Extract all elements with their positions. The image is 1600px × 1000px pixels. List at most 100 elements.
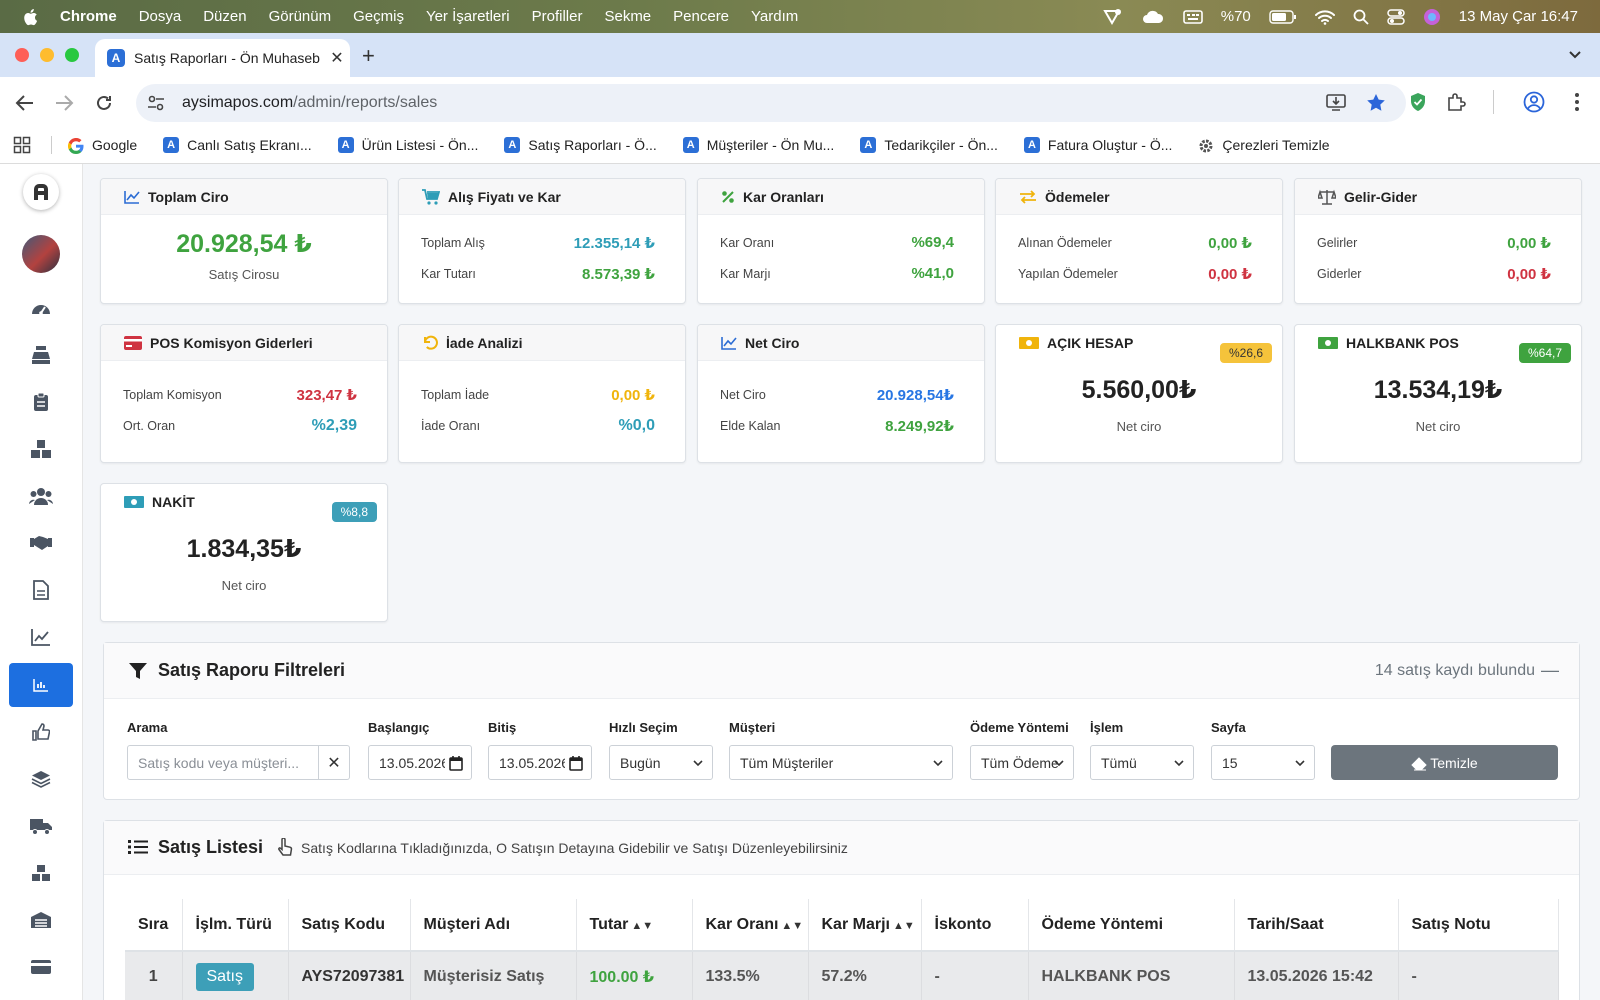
siri-icon[interactable]: [1423, 7, 1441, 25]
quick-select-label: Hızlı Seçim: [609, 720, 678, 735]
total-purchase-value: 12.355,14 ₺: [573, 234, 655, 252]
back-arrow-icon[interactable]: [15, 91, 35, 114]
col-header-amount[interactable]: Tutar ▲▼: [576, 899, 693, 952]
install-app-icon[interactable]: [1326, 93, 1346, 112]
menu-help[interactable]: Yardım: [751, 8, 798, 25]
sidebar-item-shipping[interactable]: [9, 804, 73, 848]
income-label: Gelirler: [1317, 235, 1358, 250]
money-bill-icon: [1318, 336, 1338, 350]
operation-dropdown[interactable]: Tümü: [1090, 745, 1194, 780]
start-date-input[interactable]: 13.05.2026: [368, 745, 472, 780]
profile-icon[interactable]: [1523, 91, 1545, 113]
calendar-icon[interactable]: [449, 754, 463, 772]
app-logo[interactable]: [23, 174, 59, 210]
page-size-dropdown[interactable]: 15: [1211, 745, 1315, 780]
menu-edit[interactable]: Düzen: [203, 8, 246, 25]
battery-icon[interactable]: [1269, 8, 1297, 25]
bookmark-musteriler[interactable]: A Müşteriler - Ön Mu...: [682, 137, 834, 153]
sidebar-item-suppliers[interactable]: [9, 521, 73, 565]
bookmark-star-icon[interactable]: [1366, 93, 1386, 112]
url-host: aysimapos.com: [182, 94, 294, 111]
tab-close-icon[interactable]: ✕: [324, 48, 350, 68]
clear-filters-button[interactable]: Temizle: [1331, 745, 1558, 780]
bookmark-fatura-olustur[interactable]: A Fatura Oluştur - Ö...: [1023, 137, 1172, 153]
forward-arrow-icon[interactable]: [54, 91, 74, 114]
sort-icon[interactable]: ▲▼: [631, 920, 653, 932]
browser-menu-kebab-icon[interactable]: [1574, 92, 1580, 112]
col-header-profit-rate[interactable]: Kar Oranı ▲▼: [692, 899, 809, 952]
bookmark-satis-raporlari[interactable]: A Satış Raporları - Ö...: [504, 137, 657, 153]
browser-tab-active[interactable]: A Satış Raporları - Ön Muhaseb ✕: [95, 39, 350, 77]
sidebar-item-storage[interactable]: [9, 898, 73, 942]
url-text[interactable]: aysimapos.com/admin/reports/sales: [182, 94, 437, 112]
search-input[interactable]: Satış kodu veya müşteri...: [127, 745, 319, 780]
new-tab-button[interactable]: +: [362, 43, 375, 69]
window-zoom-button[interactable]: [65, 48, 79, 62]
table-row[interactable]: 1 Satış AYS72097381 Müşterisiz Satış 100…: [125, 951, 1559, 1000]
menu-app-name[interactable]: Chrome: [60, 8, 117, 25]
cell-sales-code[interactable]: AYS72097381: [288, 951, 411, 1000]
calendar-icon[interactable]: [569, 754, 583, 772]
cell-amount: 100.00 ₺: [576, 951, 693, 1000]
col-header-label: Kar Marjı: [821, 915, 890, 933]
quick-select-dropdown[interactable]: Bugün: [609, 745, 713, 780]
bookmark-cerezleri-temizle[interactable]: Çerezleri Temizle: [1198, 136, 1330, 153]
bookmark-urun-listesi[interactable]: A Ürün Listesi - Ön...: [337, 137, 478, 153]
sidebar-item-feedback[interactable]: [9, 710, 73, 754]
sort-icon[interactable]: ▲▼: [893, 920, 915, 932]
sidebar-item-cash-register[interactable]: [9, 333, 73, 377]
percent-icon: [721, 190, 735, 204]
apps-grid-icon[interactable]: [13, 136, 31, 154]
sidebar-item-payments[interactable]: [9, 945, 73, 989]
address-bar[interactable]: aysimapos.com/admin/reports/sales: [136, 84, 1406, 122]
site-settings-icon[interactable]: [146, 94, 170, 112]
tab-title: Satış Raporları - Ön Muhaseb: [134, 50, 320, 66]
bookmark-canli-satis[interactable]: A Canlı Satış Ekranı...: [163, 137, 312, 153]
payment-method-dropdown[interactable]: Tüm Ödeme: [970, 745, 1074, 780]
sidebar-item-customers[interactable]: [9, 474, 73, 518]
menu-tab[interactable]: Sekme: [604, 8, 651, 25]
window-close-button[interactable]: [15, 48, 29, 62]
sales-list-title: Satış Listesi: [158, 837, 264, 857]
menu-view[interactable]: Görünüm: [269, 8, 332, 25]
cloud-icon[interactable]: [1141, 8, 1165, 25]
vpn-icon[interactable]: [1102, 7, 1123, 25]
menu-history[interactable]: Geçmiş: [353, 8, 404, 25]
reload-icon[interactable]: [95, 91, 113, 114]
card-title: POS Komisyon Giderleri: [150, 334, 313, 351]
menu-profiles[interactable]: Profiller: [532, 8, 583, 25]
browser-tab-strip: A Satış Raporları - Ön Muhaseb ✕ +: [0, 33, 1600, 77]
sidebar-item-sales-reports[interactable]: [9, 663, 73, 707]
sidebar-item-stock[interactable]: [9, 427, 73, 471]
bookmark-google[interactable]: Google: [68, 136, 137, 154]
end-date-input[interactable]: 13.05.2026: [488, 745, 592, 780]
col-header-profit-margin[interactable]: Kar Marjı ▲▼: [808, 899, 922, 952]
spotlight-search-icon[interactable]: [1353, 8, 1369, 25]
sidebar-item-categories[interactable]: [9, 757, 73, 801]
menu-bookmarks[interactable]: Yer İşaretleri: [426, 8, 510, 25]
bookmark-tedarikciler[interactable]: A Tedarikçiler - Ön...: [860, 137, 998, 153]
keyboard-icon[interactable]: [1182, 8, 1203, 25]
macos-menubar: Chrome Dosya Düzen Görünüm Geçmiş Yer İş…: [0, 0, 1600, 33]
extensions-puzzle-icon[interactable]: [1446, 92, 1466, 112]
menu-file[interactable]: Dosya: [139, 8, 182, 25]
remaining-value: 8.249,92₺: [885, 417, 954, 435]
window-minimize-button[interactable]: [40, 48, 54, 62]
sidebar-item-invoices[interactable]: [9, 568, 73, 612]
sidebar-item-warehouse[interactable]: [9, 851, 73, 895]
clear-search-button[interactable]: ✕: [319, 745, 350, 780]
sidebar-item-dashboard[interactable]: [9, 286, 73, 330]
avatar[interactable]: [22, 235, 60, 273]
wifi-icon[interactable]: [1314, 8, 1335, 25]
sidebar-item-orders[interactable]: [9, 380, 73, 424]
customer-dropdown[interactable]: Tüm Müşteriler: [729, 745, 953, 780]
sidebar-item-analytics[interactable]: [9, 615, 73, 659]
collapse-minus-icon[interactable]: —: [1541, 660, 1559, 681]
tab-search-chevron-icon[interactable]: [1568, 45, 1582, 61]
apple-icon[interactable]: [22, 7, 40, 27]
sort-icon[interactable]: ▲▼: [781, 920, 803, 932]
menubar-datetime[interactable]: 13 May Çar 16:47: [1459, 8, 1578, 25]
control-center-icon[interactable]: [1387, 8, 1405, 25]
menu-window[interactable]: Pencere: [673, 8, 729, 25]
security-shield-icon[interactable]: [1409, 92, 1427, 112]
